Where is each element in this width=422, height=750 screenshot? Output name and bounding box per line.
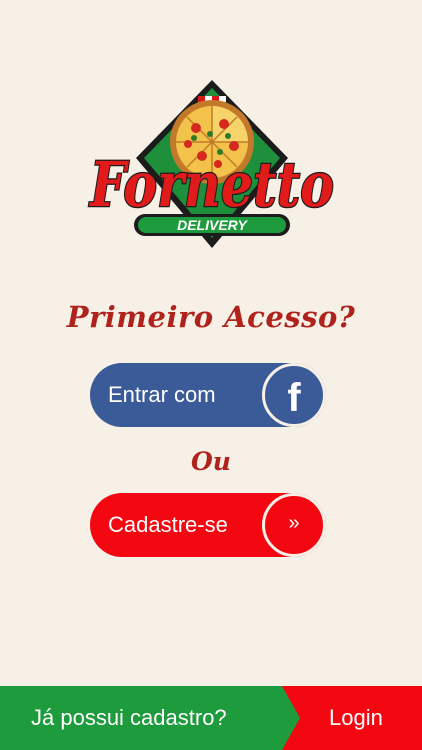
double-chevron-right-icon: » [262, 493, 326, 557]
already-registered-prompt: Já possui cadastro? [0, 686, 300, 750]
facebook-login-label: Entrar com [108, 382, 216, 407]
or-separator: Ou [191, 447, 231, 476]
facebook-icon: f [262, 363, 326, 427]
register-button[interactable]: Cadastre-se » [90, 493, 326, 557]
register-label: Cadastre-se [108, 512, 228, 537]
login-button[interactable]: Login [282, 686, 422, 750]
bottom-bar: Já possui cadastro? Login [0, 686, 422, 750]
first-access-heading: Primeiro Acesso? [66, 300, 356, 334]
arrow-divider [282, 686, 300, 750]
logo-graphic: DELIVERY Fornetto [87, 80, 335, 248]
login-label: Login [329, 705, 383, 730]
already-registered-text: Já possui cadastro? [31, 705, 227, 730]
logo-brand: Fornetto [88, 148, 334, 221]
facebook-login-button[interactable]: Entrar com f [90, 363, 326, 427]
fornetto-logo: DELIVERY Fornetto [84, 78, 340, 250]
